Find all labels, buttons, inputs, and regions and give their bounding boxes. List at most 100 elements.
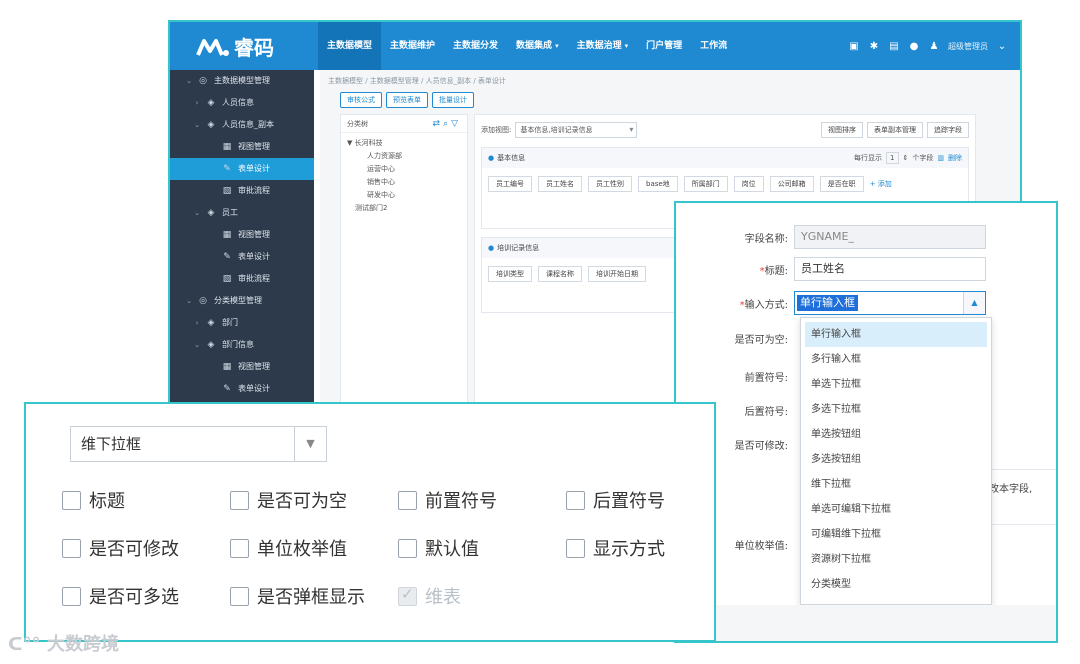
checkbox-box[interactable] <box>62 586 81 606</box>
form-copy-mgmt-button[interactable]: 表单副本管理 <box>867 122 923 138</box>
checkbox-box[interactable] <box>398 490 417 510</box>
sidebar-item-view-mgmt[interactable]: ▦ 视图管理 <box>170 356 314 378</box>
field-chip[interactable]: 所属部门 <box>683 176 728 192</box>
batch-design-button[interactable]: 批量设计 <box>432 92 474 108</box>
checkbox-suffix[interactable]: 后置符号 <box>566 487 665 513</box>
tree-node[interactable]: 测试部门2 <box>347 202 467 215</box>
monitor-icon[interactable]: ▣ <box>848 40 860 52</box>
sidebar-item-category-model-mgmt[interactable]: ⌄ ◎ 分类模型管理 <box>170 290 314 312</box>
nav-item-workflow[interactable]: 工作流 <box>691 22 736 70</box>
sidebar-item-view-mgmt[interactable]: ▦ 视图管理 <box>170 224 314 246</box>
sidebar-item-department-info[interactable]: ⌄ ◈ 部门信息 <box>170 334 314 356</box>
delete-section-button[interactable]: 删除 <box>948 153 962 163</box>
checkbox-box[interactable] <box>230 586 249 606</box>
nav-item-mdm-distribute[interactable]: 主数据分发 <box>444 22 507 70</box>
checkbox-label: 是否弹框显示 <box>257 587 365 608</box>
dropdown-option[interactable]: 维下拉框 <box>801 472 991 497</box>
stepper-arrows-icon[interactable]: ⇕ <box>903 154 909 162</box>
checkbox-editable[interactable]: 是否可修改 <box>62 535 179 561</box>
bullet-icon: ● <box>488 244 495 252</box>
field-chip[interactable]: 员工编号 <box>488 176 532 192</box>
nav-item-data-integration[interactable]: 数据集成 ▾ <box>507 22 568 70</box>
audit-formula-button[interactable]: 审核公式 <box>340 92 382 108</box>
checkbox-nullable[interactable]: 是否可为空 <box>230 487 347 513</box>
chevron-down-icon[interactable]: ⌄ <box>996 40 1008 52</box>
dropdown-option[interactable]: 多选按钮组 <box>801 447 991 472</box>
swap-icon[interactable]: ⇄ <box>432 119 443 129</box>
nav-item-mdm-governance[interactable]: 主数据治理 ▾ <box>568 22 638 70</box>
nav-item-mdm-maintain[interactable]: 主数据维护 <box>381 22 444 70</box>
checkbox-box[interactable] <box>398 538 417 558</box>
sidebar-item-approval-flow[interactable]: ▧ 审批流程 <box>170 180 314 202</box>
tree-node[interactable]: 销售中心 <box>347 176 467 189</box>
field-chip[interactable]: 培训开始日期 <box>588 266 646 282</box>
field-chip[interactable]: 公司邮箱 <box>769 176 814 192</box>
add-field-button[interactable]: + 添加 <box>870 176 892 192</box>
dropdown-option[interactable]: 单行输入框 <box>805 322 987 347</box>
sidebar-item-person-info[interactable]: › ◈ 人员信息 <box>170 92 314 114</box>
tree-node-root[interactable]: ▼ 长河科技 <box>347 137 467 150</box>
dropdown-option[interactable]: 单选可编辑下拉框 <box>801 497 991 522</box>
user-name[interactable]: 超级管理员 <box>948 41 988 52</box>
tree-node[interactable]: 运营中心 <box>347 163 467 176</box>
checkbox-box[interactable] <box>230 490 249 510</box>
checkbox-box[interactable] <box>62 538 81 558</box>
gear-icon[interactable]: ✱ <box>868 40 880 52</box>
sidebar-item-approval-flow[interactable]: ▧ 审批流程 <box>170 268 314 290</box>
sidebar-item-form-design[interactable]: ✎ 表单设计 <box>170 246 314 268</box>
tree-node[interactable]: 研发中心 <box>347 189 467 202</box>
dropdown-option[interactable]: 可编辑维下拉框 <box>801 522 991 547</box>
checkbox-title[interactable]: 标题 <box>62 487 125 513</box>
field-chip[interactable]: 是否在职 <box>819 176 864 192</box>
message-icon[interactable]: ▤ <box>888 40 900 52</box>
nav-item-mdm-model[interactable]: 主数据模型 <box>318 22 382 70</box>
dropdown-option[interactable]: 多行输入框 <box>801 347 991 372</box>
dropdown-option[interactable]: 单选下拉框 <box>801 372 991 397</box>
watermark-logo-icon: ᑕ°° <box>8 634 41 655</box>
field-chip[interactable]: 员工性别 <box>588 176 632 192</box>
view-sort-button[interactable]: 视图排序 <box>821 122 863 138</box>
checkbox-box[interactable] <box>62 490 81 510</box>
track-fields-button[interactable]: 追踪字段 <box>927 122 969 138</box>
sidebar-item-view-mgmt[interactable]: ▦ 视图管理 <box>170 136 314 158</box>
input-type-select[interactable]: 维下拉框 ▼ <box>70 426 327 462</box>
sidebar-item-department[interactable]: › ◈ 部门 <box>170 312 314 334</box>
filter-icon[interactable]: ▽ <box>451 119 461 129</box>
field-chip[interactable]: 岗位 <box>733 176 764 192</box>
add-view-select[interactable]: 基本信息,培训记录信息 <box>515 122 638 138</box>
checkbox-multi-select[interactable]: 是否可多选 <box>62 583 179 609</box>
tree-title: 分类树 <box>347 119 368 128</box>
chevron-down-icon[interactable]: ▼ <box>294 427 326 461</box>
sidebar-item-mdm-model-mgmt[interactable]: ⌄ ◎ 主数据模型管理 <box>170 70 314 92</box>
sidebar-item-person-info-copy[interactable]: ⌄ ◈ 人员信息_副本 <box>170 114 314 136</box>
checkbox-popup-display[interactable]: 是否弹框显示 <box>230 583 365 609</box>
dropdown-option[interactable]: 多选下拉框 <box>801 397 991 422</box>
checkbox-box[interactable] <box>230 538 249 558</box>
sidebar-item-form-design[interactable]: ✎ 表单设计 <box>170 378 314 400</box>
chevron-up-icon[interactable]: ▲ <box>963 292 985 314</box>
info-icon[interactable]: ● <box>908 40 920 52</box>
checkbox-default-value[interactable]: 默认值 <box>398 535 479 561</box>
tree-node[interactable]: 人力资源部 <box>347 150 467 163</box>
field-chip[interactable]: 员工姓名 <box>538 176 582 192</box>
dropdown-option[interactable]: 分类模型 <box>801 572 991 597</box>
preview-form-button[interactable]: 预览表单 <box>386 92 428 108</box>
app-logo[interactable]: 睿码 <box>196 31 274 61</box>
sidebar-item-form-design[interactable]: ✎ 表单设计 <box>170 158 314 180</box>
sidebar-item-employee[interactable]: ⌄ ◈ 员工 <box>170 202 314 224</box>
checkbox-prefix[interactable]: 前置符号 <box>398 487 497 513</box>
nav-item-portal[interactable]: 门户管理 <box>637 22 691 70</box>
checkbox-box[interactable] <box>566 490 585 510</box>
field-chip[interactable]: 培训类型 <box>488 266 532 282</box>
dropdown-option[interactable]: 单选按钮组 <box>801 422 991 447</box>
checkbox-box[interactable] <box>566 538 585 558</box>
input-mode-select[interactable]: 单行输入框 ▲ <box>794 291 986 315</box>
title-input[interactable]: 员工姓名 <box>794 257 986 281</box>
search-icon[interactable]: ⌕ <box>443 119 451 129</box>
field-chip[interactable]: 课程名称 <box>538 266 582 282</box>
per-row-stepper[interactable]: 1 <box>886 152 899 164</box>
dropdown-option[interactable]: 资源树下拉框 <box>801 547 991 572</box>
field-chip[interactable]: base地 <box>638 176 678 192</box>
checkbox-display-mode[interactable]: 显示方式 <box>566 535 665 561</box>
checkbox-unit-enum[interactable]: 单位枚举值 <box>230 535 347 561</box>
